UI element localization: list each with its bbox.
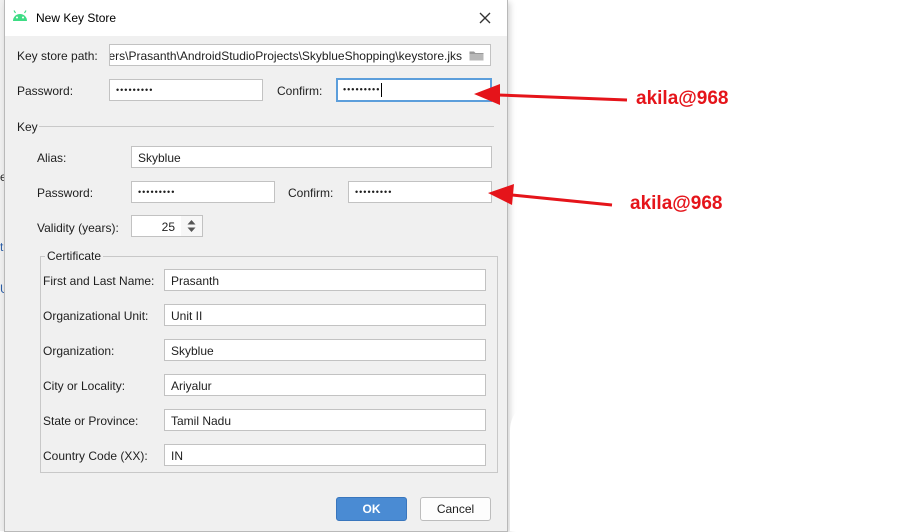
annotation-arrowhead-key-password: [488, 184, 514, 205]
annotation-arrow-store-password: [497, 93, 628, 102]
annotation-arrows: [474, 84, 628, 207]
key-password-annotation: akila@968: [630, 193, 723, 214]
annotation-arrow-key-password: [511, 193, 613, 207]
store-password-annotation: akila@968: [636, 88, 729, 109]
annotation-arrowhead-store-password: [474, 84, 500, 105]
